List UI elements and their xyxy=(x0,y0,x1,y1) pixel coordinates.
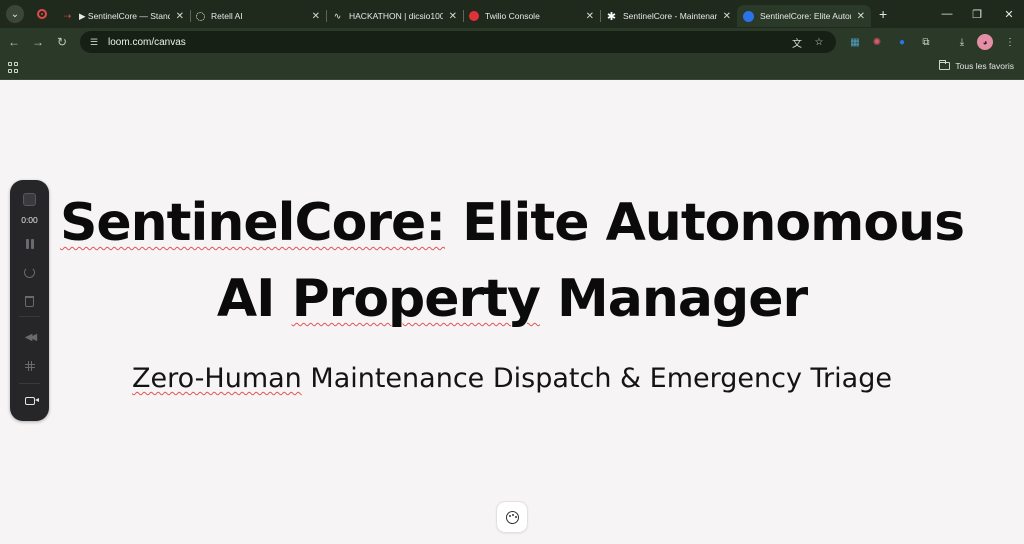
trash-icon xyxy=(25,295,34,307)
waveform-icon: ∿ xyxy=(333,10,342,21)
restart-button[interactable] xyxy=(10,264,49,280)
extension-icon[interactable]: ▦ xyxy=(847,34,863,50)
slide-subtitle-text: Maintenance Dispatch & Emergency Triage xyxy=(301,363,892,394)
tab-title: ▶ SentinelCore — Standa xyxy=(79,10,170,21)
minimize-button[interactable]: — xyxy=(932,0,962,28)
tab-retell-ai[interactable]: Retell AI ✕ xyxy=(190,5,326,27)
restore-button[interactable]: ❐ xyxy=(962,0,992,28)
camera-toggle-button[interactable] xyxy=(10,393,49,409)
tab-title: SentinelCore: Elite Autono xyxy=(760,11,851,21)
slide-title: SentinelCore: Elite Autonomous AI Proper… xyxy=(40,185,984,337)
tab-list: ⇢ ▶ SentinelCore — Standa ✕ Retell AI ✕ … xyxy=(56,0,871,28)
stop-recording-button[interactable] xyxy=(10,189,49,209)
tab-search-button[interactable]: ⌄ xyxy=(6,5,24,23)
rewind-button[interactable]: ◀◀ xyxy=(10,329,49,345)
close-icon[interactable]: ✕ xyxy=(857,11,865,22)
close-icon[interactable]: ✕ xyxy=(312,11,320,22)
loom-extension-icon[interactable]: ● xyxy=(894,34,910,50)
twilio-icon xyxy=(469,11,479,21)
recording-timer: 0:00 xyxy=(21,215,38,225)
slide-title-word: Property xyxy=(291,269,541,329)
stop-icon xyxy=(23,192,36,206)
delete-recording-button[interactable] xyxy=(10,293,49,309)
all-bookmarks-button[interactable]: Tous les favoris xyxy=(939,60,1014,71)
pause-button[interactable] xyxy=(10,236,49,252)
tab-sentinelcore-elite[interactable]: SentinelCore: Elite Autono ✕ xyxy=(737,5,871,27)
record-icon xyxy=(37,9,47,19)
arrow-left-icon: ← xyxy=(8,35,20,49)
slide-title-text: AI xyxy=(216,269,292,329)
slide-title-text: Manager xyxy=(539,269,808,329)
rewind-icon: ◀◀ xyxy=(24,331,38,343)
reload-button[interactable]: ↻ xyxy=(50,30,74,54)
all-bookmarks-label: Tous les favoris xyxy=(955,61,1014,71)
translate-icon[interactable]: 文 xyxy=(790,35,804,50)
pause-icon xyxy=(25,239,29,249)
bookmarks-bar: Tous les favoris xyxy=(0,56,1024,80)
slide-title-word: SentinelCore: xyxy=(59,193,446,253)
avatar[interactable]: ◕ xyxy=(977,34,993,50)
tab-sentinelcore-standard[interactable]: ⇢ ▶ SentinelCore — Standa ✕ xyxy=(56,5,190,27)
theme-palette-button[interactable] xyxy=(496,501,528,533)
recording-indicator[interactable] xyxy=(32,4,52,24)
close-icon[interactable]: ✕ xyxy=(723,11,731,22)
extensions-puzzle-icon[interactable]: ⧉ xyxy=(918,34,934,50)
extension-icon[interactable]: ✺ xyxy=(869,34,885,50)
close-icon: ✕ xyxy=(1004,8,1014,21)
palette-icon xyxy=(505,510,519,524)
loom-control-bar: 0:00 ◀◀ xyxy=(10,180,49,421)
close-window-button[interactable]: ✕ xyxy=(994,0,1024,28)
more-menu-icon[interactable]: ⋮ xyxy=(1002,34,1018,50)
tab-title: Retell AI xyxy=(211,11,243,21)
close-icon[interactable]: ✕ xyxy=(176,11,184,22)
address-bar[interactable]: ☰ loom.com/canvas 文 ☆ xyxy=(80,31,836,53)
loom-canvas: SentinelCore: Elite Autonomous AI Proper… xyxy=(0,81,1024,544)
restart-icon xyxy=(24,266,35,278)
address-url: loom.com/canvas xyxy=(108,36,186,48)
bookmark-star-icon[interactable]: ☆ xyxy=(812,35,826,49)
restore-icon: ❐ xyxy=(972,8,982,21)
tab-title: HACKATHON | dicsio100 xyxy=(349,11,443,21)
slide-subtitle: Zero-Human Maintenance Dispatch & Emerge… xyxy=(40,361,984,397)
reload-icon: ↻ xyxy=(56,35,68,49)
asterisk-icon: ✱ xyxy=(606,10,617,23)
video-arrow-icon: ⇢ xyxy=(63,10,72,21)
tab-title: SentinelCore - Maintenan xyxy=(623,11,717,21)
download-icon[interactable]: ⤓ xyxy=(954,34,970,50)
divider xyxy=(19,316,40,317)
apps-grid-icon[interactable] xyxy=(8,62,19,73)
tab-strip: ⌄ ⇢ ▶ SentinelCore — Standa ✕ Retell AI … xyxy=(0,0,1024,28)
tab-twilio-console[interactable]: Twilio Console ✕ xyxy=(463,5,600,27)
camera-icon xyxy=(24,397,39,405)
close-icon[interactable]: ✕ xyxy=(586,11,594,22)
close-icon[interactable]: ✕ xyxy=(449,11,457,22)
forward-button[interactable]: → xyxy=(26,30,50,54)
minimize-icon: — xyxy=(941,8,953,20)
tab-title: Twilio Console xyxy=(485,11,540,21)
tab-hackathon[interactable]: ∿ HACKATHON | dicsio100 ✕ xyxy=(326,5,463,27)
folder-icon xyxy=(939,60,951,70)
site-info-icon[interactable]: ☰ xyxy=(88,36,100,48)
back-button[interactable]: ← xyxy=(2,30,26,54)
slide-title-text: Elite Autonomous xyxy=(445,193,965,253)
new-tab-button[interactable]: + xyxy=(879,6,887,22)
grid-icon xyxy=(24,361,35,371)
divider xyxy=(19,383,40,384)
drawing-tool-button[interactable] xyxy=(10,358,49,374)
chevron-down-icon: ⌄ xyxy=(10,8,20,20)
tab-sentinelcore-maintenance[interactable]: ✱ SentinelCore - Maintenan ✕ xyxy=(600,5,737,27)
loom-icon xyxy=(743,10,754,22)
slide-subtitle-word: Zero-Human xyxy=(132,363,302,394)
arrow-right-icon: → xyxy=(32,35,44,49)
retell-icon xyxy=(196,11,205,21)
